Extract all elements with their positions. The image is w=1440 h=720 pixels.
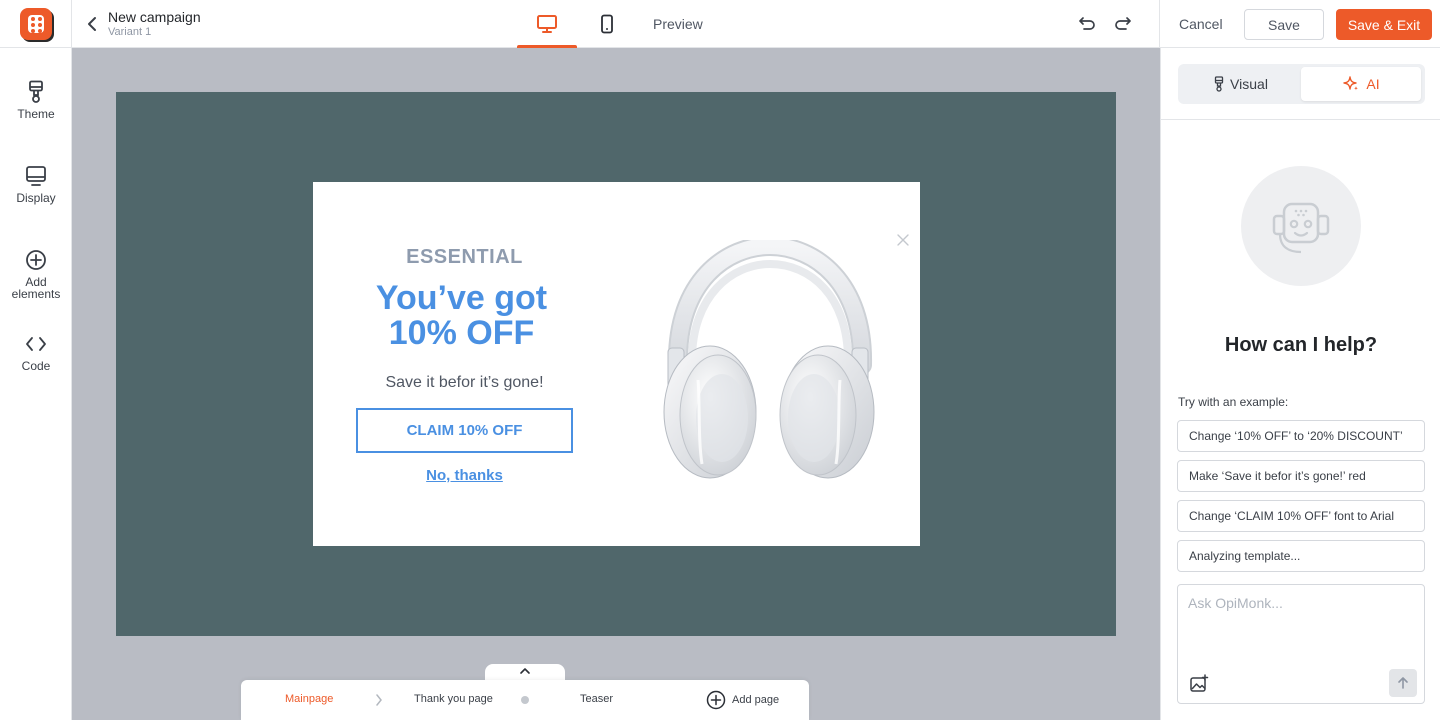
page-tab-thank-you[interactable]: Thank you page: [414, 693, 493, 705]
top-bar: New campaign Variant 1 Preview Cancel Sa…: [0, 0, 1440, 48]
plus-circle-icon: [706, 690, 726, 710]
desktop-view-button[interactable]: [517, 0, 577, 48]
save-exit-button[interactable]: Save & Exit: [1336, 9, 1432, 40]
save-button[interactable]: Save: [1244, 9, 1324, 40]
preview-stage[interactable]: ESSENTIAL You’ve got 10% OFF Save it bef…: [116, 92, 1116, 636]
ask-input[interactable]: [1188, 595, 1416, 665]
editor-canvas: ESSENTIAL You’ve got 10% OFF Save it bef…: [72, 48, 1160, 720]
brush-icon: [24, 80, 48, 104]
preview-button[interactable]: Preview: [653, 16, 703, 32]
sidebar-item-code[interactable]: Code: [0, 332, 72, 372]
popup-headline[interactable]: You’ve got 10% OFF: [313, 281, 610, 351]
example-prompt[interactable]: Analyzing template...: [1177, 540, 1425, 572]
page-tab-teaser[interactable]: Teaser: [580, 693, 613, 705]
add-page-button[interactable]: Add page: [706, 690, 779, 710]
panel-mode-switch: Visual AI: [1178, 64, 1425, 104]
redo-button[interactable]: [1113, 14, 1133, 34]
tab-visual[interactable]: Visual: [1181, 67, 1301, 101]
sidebar-item-label: Add elements: [11, 275, 61, 301]
headphones-image[interactable]: [658, 240, 878, 490]
image-add-icon: [1190, 674, 1209, 692]
send-button[interactable]: [1389, 669, 1417, 697]
headline-line: 10% OFF: [388, 314, 535, 352]
desktop-icon: [537, 15, 557, 33]
variant-name: Variant 1: [108, 26, 152, 38]
headline-line: You’ve got: [375, 279, 548, 317]
claim-button[interactable]: CLAIM 10% OFF: [356, 408, 573, 453]
separator-dot: [521, 696, 529, 704]
page-navigator: Mainpage Thank you page Teaser Add page: [241, 680, 809, 720]
chevron-up-icon: [520, 668, 530, 674]
header-divider: [1159, 0, 1160, 48]
redo-icon: [1115, 17, 1131, 30]
left-toolbar: Theme Display Add elements Code: [0, 48, 72, 720]
app-logo[interactable]: [0, 0, 72, 48]
sidebar-item-add-elements[interactable]: Add elements: [0, 248, 72, 300]
tab-label: Visual: [1230, 76, 1268, 92]
back-button[interactable]: [84, 14, 100, 34]
popup-subline[interactable]: Save it befor it’s gone!: [313, 374, 616, 392]
chevron-left-icon: [88, 17, 96, 31]
sidebar-item-label: Theme: [17, 107, 55, 121]
sidebar-item-label: Code: [21, 359, 51, 373]
arrow-up-icon: [1398, 677, 1408, 689]
brush-icon: [1214, 76, 1224, 92]
robot-avatar-icon: [1241, 166, 1361, 286]
monitor-icon: [24, 164, 48, 188]
close-icon[interactable]: [895, 232, 911, 248]
example-prompt[interactable]: Change ‘10% OFF’ to ‘20% DISCOUNT’: [1177, 420, 1425, 452]
ask-box: [1177, 584, 1425, 704]
logo-icon: [19, 8, 52, 40]
panel-title: How can I help?: [1224, 334, 1378, 356]
chevron-right-icon: [376, 694, 382, 706]
mobile-view-button[interactable]: [587, 0, 627, 48]
cancel-button[interactable]: Cancel: [1172, 9, 1230, 39]
sidebar-item-label: Display: [16, 191, 56, 205]
sparkle-icon: [1343, 76, 1359, 91]
ai-panel: Visual AI How can I help? Try with an ex…: [1160, 48, 1440, 720]
popup-eyebrow[interactable]: ESSENTIAL: [313, 246, 616, 269]
sidebar-item-theme[interactable]: Theme: [0, 80, 72, 120]
mobile-icon: [601, 14, 613, 34]
popup[interactable]: ESSENTIAL You’ve got 10% OFF Save it bef…: [313, 182, 920, 546]
panel-divider: [1161, 119, 1440, 120]
tab-ai[interactable]: AI: [1301, 67, 1421, 101]
campaign-title: New campaign: [108, 9, 201, 25]
sidebar-item-display[interactable]: Display: [0, 164, 72, 204]
example-prompt[interactable]: Change ‘CLAIM 10% OFF’ font to Arial: [1177, 500, 1425, 532]
attach-image-button[interactable]: [1188, 673, 1210, 695]
undo-icon: [1079, 17, 1095, 30]
tab-label: AI: [1366, 76, 1380, 92]
page-tab-mainpage[interactable]: Mainpage: [285, 693, 333, 705]
code-icon: [24, 332, 48, 356]
decline-link[interactable]: No, thanks: [313, 467, 616, 484]
undo-button[interactable]: [1077, 14, 1097, 34]
plus-circle-icon: [24, 248, 48, 272]
example-prompt[interactable]: Make ‘Save it befor it’s gone!’ red: [1177, 460, 1425, 492]
add-page-label: Add page: [732, 694, 780, 706]
examples-label: Try with an example:: [1178, 395, 1289, 409]
